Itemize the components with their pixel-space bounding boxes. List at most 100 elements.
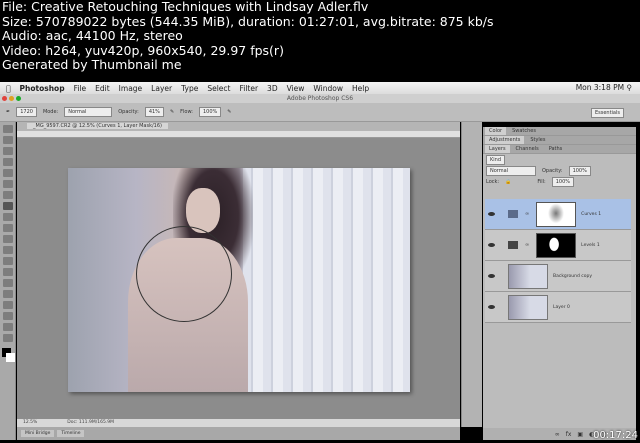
healing-tool-icon[interactable] (3, 191, 13, 199)
eye-icon[interactable] (488, 212, 495, 216)
add-mask-icon[interactable]: ▣ (577, 431, 583, 438)
info-line: Generated by Thumbnail me (2, 57, 182, 73)
tab-adjustments[interactable]: Adjustments (485, 136, 525, 144)
menu-layer[interactable]: Layer (151, 84, 172, 93)
type-tool-icon[interactable] (3, 290, 13, 298)
stamp-tool-icon[interactable] (3, 213, 13, 221)
brush-size-picker[interactable]: 1720 (16, 107, 37, 117)
fill-field[interactable]: 100% (551, 176, 574, 187)
tab-styles[interactable]: Styles (526, 136, 549, 144)
lasso-tool-icon[interactable] (3, 147, 13, 155)
move-tool-icon[interactable] (3, 125, 13, 133)
pen-tool-icon[interactable] (3, 279, 13, 287)
curtain (243, 168, 410, 392)
layer-opacity-field[interactable]: 100% (568, 165, 591, 176)
menu-help[interactable]: Help (352, 84, 369, 93)
layer-mask-thumbnail[interactable] (536, 201, 577, 227)
layer-row[interactable]: Background copy (485, 261, 631, 292)
eyedropper-tool-icon[interactable] (3, 180, 13, 188)
menu-filter[interactable]: Filter (239, 84, 258, 93)
quick-select-tool-icon[interactable] (3, 158, 13, 166)
brush-tool-icon[interactable] (3, 202, 13, 210)
curves-adjustment-icon (508, 210, 518, 218)
menu-bar:  Photoshop File Edit Image Layer Type S… (0, 82, 640, 94)
link-icon[interactable]: ∞ (525, 211, 529, 217)
bottom-panel-tabs: Mini Bridge Timeline (17, 427, 460, 440)
menu-view[interactable]: View (287, 84, 305, 93)
tab-mini-bridge[interactable]: Mini Bridge (21, 430, 55, 437)
marquee-tool-icon[interactable] (3, 136, 13, 144)
window-title: Adobe Photoshop CS6 (286, 95, 354, 102)
tab-color[interactable]: Color (485, 127, 507, 135)
lock-icon[interactable]: 🔒 (505, 179, 511, 185)
tab-channels[interactable]: Channels (512, 145, 543, 153)
minimize-button[interactable] (9, 96, 14, 101)
hand-tool-icon[interactable] (3, 323, 13, 331)
brush-tool-icon[interactable]: ✒ (6, 109, 10, 115)
timecode: 00:17:24 (593, 430, 638, 441)
pressure-opacity-icon[interactable]: ✎ (170, 109, 174, 115)
tab-paths[interactable]: Paths (545, 145, 567, 153)
opacity-field[interactable]: 41% (144, 107, 164, 117)
menu-image[interactable]: Image (119, 84, 143, 93)
airbrush-icon[interactable]: ✎ (227, 109, 231, 115)
menu-window[interactable]: Window (313, 84, 343, 93)
tab-timeline[interactable]: Timeline (57, 430, 85, 437)
document-tab[interactable]: _MG_9597.CR2 @ 12.5% (Curves 1, Layer Ma… (17, 122, 460, 131)
history-brush-tool-icon[interactable] (3, 224, 13, 232)
menu-3d[interactable]: 3D (267, 84, 278, 93)
mode-label: Mode: (42, 109, 59, 115)
background-color-swatch[interactable] (6, 353, 15, 362)
menu-app[interactable]: Photoshop (20, 84, 65, 93)
layer-thumbnail (508, 263, 548, 289)
mode-select[interactable]: Normal (64, 107, 113, 117)
layer-name: Layer 0 (553, 304, 570, 310)
layer-thumbnail (508, 294, 548, 320)
blend-mode-select[interactable]: Normal (486, 165, 536, 176)
workspace-select[interactable]: Essentials (590, 108, 624, 118)
opacity-label: Opacity: (542, 167, 563, 174)
kind-filter[interactable]: Kind (486, 154, 506, 165)
menu-edit[interactable]: Edit (95, 84, 110, 93)
opacity-label: Opacity: (118, 109, 139, 115)
zoom-tool-icon[interactable] (3, 334, 13, 342)
eye-icon[interactable] (488, 274, 495, 278)
document-tab-label: _MG_9597.CR2 @ 12.5% (Curves 1, Layer Ma… (27, 123, 168, 129)
dodge-tool-icon[interactable] (3, 268, 13, 276)
layer-mask-thumbnail[interactable] (536, 232, 577, 258)
shape-tool-icon[interactable] (3, 312, 13, 320)
menu-select[interactable]: Select (207, 84, 230, 93)
apple-icon[interactable]:  (6, 84, 11, 93)
tab-layers[interactable]: Layers (485, 145, 510, 153)
layer-row[interactable]: ∞ Curves 1 (485, 199, 631, 230)
layer-row[interactable]: Layer 0 (485, 292, 631, 323)
layer-name: Background copy (553, 273, 593, 279)
link-layers-icon[interactable]: ∞ (555, 431, 560, 438)
blur-tool-icon[interactable] (3, 257, 13, 265)
close-button[interactable] (2, 96, 7, 101)
gradient-tool-icon[interactable] (3, 246, 13, 254)
canvas-image[interactable] (68, 168, 410, 392)
link-icon[interactable]: ∞ (525, 242, 529, 248)
menu-type[interactable]: Type (181, 84, 198, 93)
doc-size[interactable]: Doc: 111.9M/165.9M (67, 419, 114, 427)
options-bar: ✒ 1720 Mode: Normal Opacity: 41% ✎ Flow:… (0, 103, 640, 122)
flow-field[interactable]: 100% (198, 107, 222, 117)
tab-swatches[interactable]: Swatches (508, 127, 540, 135)
layer-row[interactable]: ∞ Levels 1 (485, 230, 631, 261)
panel-icon-dock (461, 122, 482, 427)
zoom-level[interactable]: 12.5% (23, 419, 37, 427)
eraser-tool-icon[interactable] (3, 235, 13, 243)
path-select-tool-icon[interactable] (3, 301, 13, 309)
clock[interactable]: Mon 3:18 PM ⚲ (576, 82, 632, 94)
crop-tool-icon[interactable] (3, 169, 13, 177)
search-icon[interactable]: ⚲ (627, 83, 633, 92)
info-line: Size: 570789022 bytes (544.35 MiB), dura… (2, 13, 494, 29)
eye-icon[interactable] (488, 243, 495, 247)
document-window: _MG_9597.CR2 @ 12.5% (Curves 1, Layer Ma… (17, 122, 460, 427)
fx-icon[interactable]: fx (566, 431, 572, 438)
zoom-button[interactable] (16, 96, 21, 101)
brush-cursor (136, 226, 232, 322)
eye-icon[interactable] (488, 305, 495, 309)
menu-file[interactable]: File (74, 84, 87, 93)
